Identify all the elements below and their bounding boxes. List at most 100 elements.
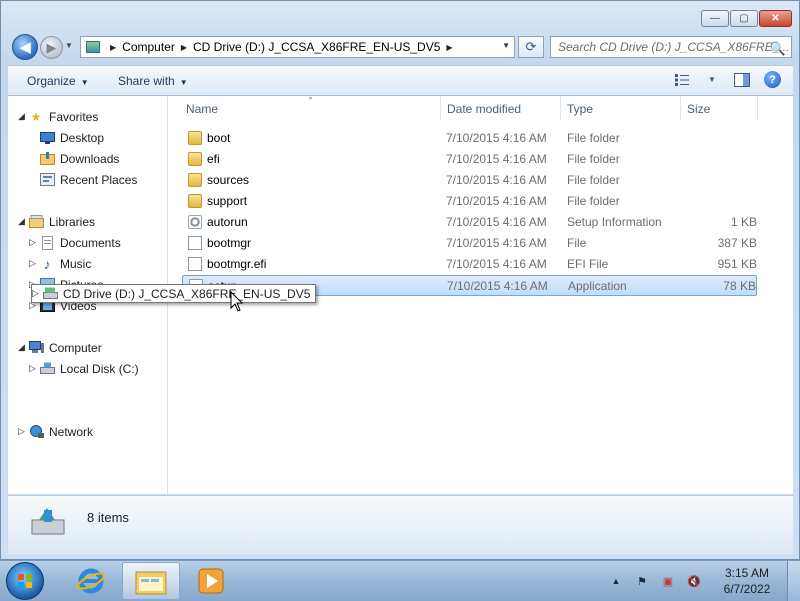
forward-arrow-icon: ▶ [46,39,57,55]
file-size: 1 KB [730,215,757,229]
column-header-name[interactable]: Name [186,96,218,121]
nav-music[interactable]: ▷ ♪ Music [29,255,92,272]
expand-arrow-icon[interactable]: ▷ [32,288,42,299]
refresh-button[interactable]: ⟳ [518,36,544,58]
breadcrumb-separator[interactable]: ▶ [110,43,116,52]
file-type: File folder [567,131,620,145]
breadcrumb-cd-drive[interactable]: CD Drive (D:) J_CCSA_X86FRE_EN-US_DV5 [193,40,440,54]
close-button[interactable]: ✕ [759,10,792,27]
file-name: autorun [207,215,248,229]
action-center-flag-icon[interactable]: ⚑ [634,573,650,589]
start-button[interactable] [6,562,44,600]
breadcrumb-separator[interactable]: ▶ [181,43,187,52]
file-size: 387 KB [717,236,757,250]
explorer-window: — ▢ ✕ ◀ ▶ ▼ ▶ Computer ▶ CD Drive (D:) J… [0,0,800,560]
maximize-button[interactable]: ▢ [730,10,758,27]
column-header-date[interactable]: Date modified [447,96,521,121]
expand-arrow-icon[interactable]: ◢ [18,216,28,227]
file-row[interactable]: autorun 7/10/2015 4:16 AM Setup Informat… [182,212,757,233]
nav-desktop[interactable]: Desktop [39,130,104,145]
nav-label: Computer [49,340,102,355]
nav-libraries[interactable]: ◢ Libraries [18,214,95,229]
column-divider[interactable] [440,96,441,121]
expand-arrow-icon[interactable]: ▷ [18,426,28,437]
preview-pane-button[interactable] [734,72,750,88]
nav-network[interactable]: ▷ Network [18,424,93,439]
minimize-button[interactable]: — [701,10,729,27]
search-input[interactable]: Search CD Drive (D:) J_CCSA_X86FRE_... 🔍 [550,36,792,58]
taskbar-internet-explorer[interactable] [62,562,120,600]
recent-pages-button[interactable]: ▼ [65,41,73,50]
clock[interactable]: 3:15 AM 6/7/2022 [712,565,782,597]
desktop-icon [39,130,55,145]
file-row[interactable]: bootmgr 7/10/2015 4:16 AM File 387 KB [182,233,757,254]
nav-label: Downloads [60,151,120,166]
media-player-icon [198,568,224,594]
back-arrow-icon: ◀ [19,39,31,56]
folder-explorer-icon [135,571,167,595]
music-note-icon: ♪ [43,255,51,272]
organize-button[interactable]: Organize ▼ [27,74,89,88]
nav-computer[interactable]: ◢ Computer [18,340,102,355]
address-dropdown-button[interactable]: ▼ [502,41,510,50]
star-icon: ★ [30,109,42,124]
change-view-button[interactable] [674,72,690,88]
show-desktop-button[interactable] [787,561,800,601]
clock-time: 3:15 AM [724,566,770,580]
breadcrumb-computer[interactable]: Computer [122,40,175,54]
taskbar-windows-explorer[interactable] [122,562,180,600]
taskbar-media-player[interactable] [182,562,240,600]
details-view-icon [675,73,689,86]
expand-arrow-icon[interactable]: ◢ [18,342,28,353]
breadcrumb-separator[interactable]: ▶ [446,43,452,52]
file-row[interactable]: support 7/10/2015 4:16 AM File folder [182,191,757,212]
nav-label: Local Disk (C:) [60,361,139,376]
nav-recent-places[interactable]: Recent Places [39,172,137,187]
show-hidden-icons-button[interactable]: ▲ [608,573,624,589]
file-date: 7/10/2015 4:16 AM [446,131,547,145]
column-divider[interactable] [560,96,561,121]
nav-favorites[interactable]: ◢ ★ Favorites [18,109,98,124]
nav-label: Desktop [60,130,105,145]
nav-downloads[interactable]: Downloads [39,151,119,166]
column-header-type[interactable]: Type [567,96,593,121]
search-icon: 🔍 [769,41,786,56]
folder-icon [188,194,202,208]
file-type: File folder [567,152,620,166]
column-header-size[interactable]: Size [687,96,710,121]
nav-local-disk[interactable]: ▷ Local Disk (C:) [29,361,139,376]
organize-label: Organize [27,74,76,88]
forward-button[interactable]: ▶ [40,36,63,59]
back-button[interactable]: ◀ [12,34,38,60]
expand-arrow-icon[interactable]: ◢ [18,111,28,122]
nav-label: Libraries [49,214,96,229]
file-name: boot [207,131,231,145]
nav-cd-drive[interactable]: ▷ CD Drive (D:) J_CCSA_X86FRE_EN-US_DV5 [31,284,317,303]
folder-icon [188,152,202,166]
file-type: Application [568,279,627,293]
network-status-icon[interactable]: ▣ [660,573,676,589]
expand-arrow-icon[interactable]: ▷ [29,363,39,374]
file-date: 7/10/2015 4:16 AM [447,279,548,293]
file-row[interactable]: boot 7/10/2015 4:16 AM File folder [182,128,757,149]
expand-arrow-icon[interactable]: ▷ [29,258,39,269]
nav-label: CD Drive (D:) J_CCSA_X86FRE_EN-US_DV5 [63,286,311,301]
file-row[interactable]: efi 7/10/2015 4:16 AM File folder [182,149,757,170]
file-row[interactable]: bootmgr.efi 7/10/2015 4:16 AM EFI File 9… [182,254,757,275]
preview-pane-icon [734,72,750,87]
expand-arrow-icon[interactable]: ▷ [29,237,39,248]
view-options-dropdown[interactable]: ▼ [704,72,720,88]
search-placeholder: Search CD Drive (D:) J_CCSA_X86FRE_... [558,40,790,54]
share-with-button[interactable]: Share with ▼ [118,74,188,88]
help-button[interactable]: ? [764,71,781,88]
address-bar[interactable]: ▶ Computer ▶ CD Drive (D:) J_CCSA_X86FRE… [80,36,515,58]
nav-label: Favorites [49,109,99,124]
nav-label: Music [60,256,92,271]
nav-documents[interactable]: ▷ Documents [29,235,121,250]
column-divider[interactable] [680,96,681,121]
file-date: 7/10/2015 4:16 AM [446,194,547,208]
file-name: efi [207,152,220,166]
column-divider[interactable] [757,96,758,121]
file-row[interactable]: sources 7/10/2015 4:16 AM File folder [182,170,757,191]
volume-muted-icon[interactable]: 🔇 [686,573,702,589]
